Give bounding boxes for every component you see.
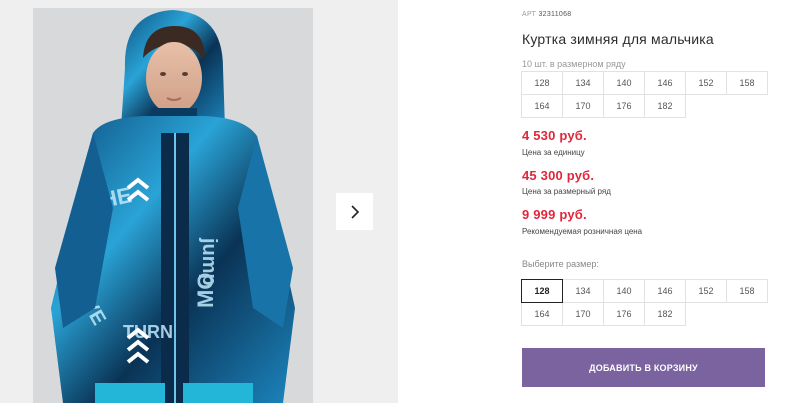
product-photo: HE jump LIVE MO TURN <box>33 8 313 403</box>
article-number: АРТ 32311068 <box>522 11 571 18</box>
size-option[interactable]: 128 <box>521 279 563 303</box>
size-row-cell: 182 <box>644 94 686 118</box>
size-option[interactable]: 140 <box>603 279 645 303</box>
size-option[interactable]: 182 <box>644 302 686 326</box>
product-gallery: HE jump LIVE MO TURN <box>0 0 398 403</box>
size-row-cell: 146 <box>644 71 686 95</box>
svg-text:TURN: TURN <box>123 322 173 342</box>
size-option[interactable]: 176 <box>603 302 645 326</box>
size-row-cell: 164 <box>521 94 563 118</box>
size-option[interactable]: 146 <box>644 279 686 303</box>
size-option[interactable]: 158 <box>726 279 768 303</box>
size-option[interactable]: 152 <box>685 279 727 303</box>
choose-size-caption: Выберите размер: <box>522 259 599 269</box>
product-title: Куртка зимняя для мальчика <box>522 31 714 47</box>
size-option[interactable]: 164 <box>521 302 563 326</box>
size-row-cell: 176 <box>603 94 645 118</box>
chevron-right-icon <box>350 204 359 219</box>
next-image-button[interactable] <box>336 193 373 230</box>
size-row-price: 45 300 руб. <box>522 168 595 183</box>
unit-price: 4 530 руб. <box>522 128 587 143</box>
recommended-retail-price: 9 999 руб. <box>522 207 587 222</box>
size-row-cell: 170 <box>562 94 604 118</box>
svg-text:MO: MO <box>193 273 218 308</box>
size-option[interactable]: 170 <box>562 302 604 326</box>
size-row-grid: 128 134 140 146 152 158 164 170 176 182 <box>521 71 769 118</box>
size-row-cell: 134 <box>562 71 604 95</box>
size-row-cell: 152 <box>685 71 727 95</box>
size-row-price-label: Цена за размерный ряд <box>522 187 611 196</box>
recommended-retail-price-label: Рекомендуемая розничная цена <box>522 227 643 236</box>
unit-price-label: Цена за единицу <box>522 148 585 157</box>
add-to-cart-button[interactable]: ДОБАВИТЬ В КОРЗИНУ <box>522 348 765 387</box>
size-row-cell: 158 <box>726 71 768 95</box>
size-row-cell: 128 <box>521 71 563 95</box>
article-prefix: АРТ <box>522 11 537 18</box>
size-row-caption: 10 шт. в размерном ряду <box>522 59 626 69</box>
size-row-cell: 140 <box>603 71 645 95</box>
product-photo-illustration: HE jump LIVE MO TURN <box>33 8 313 403</box>
article-value: 32311068 <box>538 11 572 18</box>
size-option[interactable]: 134 <box>562 279 604 303</box>
size-picker: 128 134 140 146 152 158 164 170 176 182 <box>521 279 769 326</box>
